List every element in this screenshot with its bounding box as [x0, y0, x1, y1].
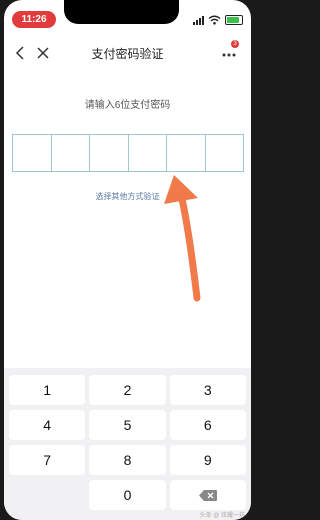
navbar: 支付密码验证 3 — [4, 38, 251, 68]
pin-cell[interactable] — [13, 135, 52, 171]
key-9[interactable]: 9 — [169, 445, 246, 475]
pin-cell[interactable] — [129, 135, 167, 171]
pin-cell[interactable] — [90, 135, 129, 171]
status-time: 11:26 — [12, 11, 56, 28]
key-6[interactable]: 6 — [169, 410, 246, 440]
key-7[interactable]: 7 — [9, 445, 86, 475]
key-5[interactable]: 5 — [89, 410, 166, 440]
key-8[interactable]: 8 — [89, 445, 166, 475]
backspace-icon — [198, 489, 217, 501]
watermark: 头条 @ 炫耀一坊 — [199, 513, 245, 519]
key-0[interactable]: 0 — [89, 480, 166, 510]
phone-screen: 11:26 支付密码验证 3 请输入6位支付密码 选择其他方式验证 1 2 3 … — [4, 0, 251, 520]
battery-icon — [225, 15, 243, 25]
pin-cell[interactable] — [52, 135, 90, 171]
status-icons — [193, 13, 243, 27]
pin-input[interactable] — [12, 134, 244, 172]
keypad-row: 0 — [9, 480, 246, 510]
password-prompt: 请输入6位支付密码 — [84, 100, 171, 111]
key-4[interactable]: 4 — [9, 410, 86, 440]
key-1[interactable]: 1 — [9, 375, 86, 405]
keypad-row: 1 2 3 — [9, 375, 246, 405]
key-3[interactable]: 3 — [169, 375, 246, 405]
delete-key[interactable] — [169, 480, 246, 510]
notification-badge: 3 — [231, 40, 239, 48]
pin-cell[interactable] — [206, 135, 244, 171]
keypad-row: 7 8 9 — [9, 445, 246, 475]
signal-icon — [193, 15, 204, 25]
key-2[interactable]: 2 — [89, 375, 166, 405]
pin-cell[interactable] — [167, 135, 206, 171]
number-keypad: 1 2 3 4 5 6 7 8 9 0 头条 @ 炫耀一坊 — [4, 368, 251, 520]
page-title: 支付密码验证 — [91, 47, 164, 61]
other-verification-link[interactable]: 选择其他方式验证 — [4, 191, 251, 202]
keypad-row: 4 5 6 — [9, 410, 246, 440]
key-blank — [9, 480, 85, 510]
wifi-icon — [208, 15, 221, 25]
more-icon[interactable] — [221, 46, 237, 60]
notch — [64, 0, 179, 24]
